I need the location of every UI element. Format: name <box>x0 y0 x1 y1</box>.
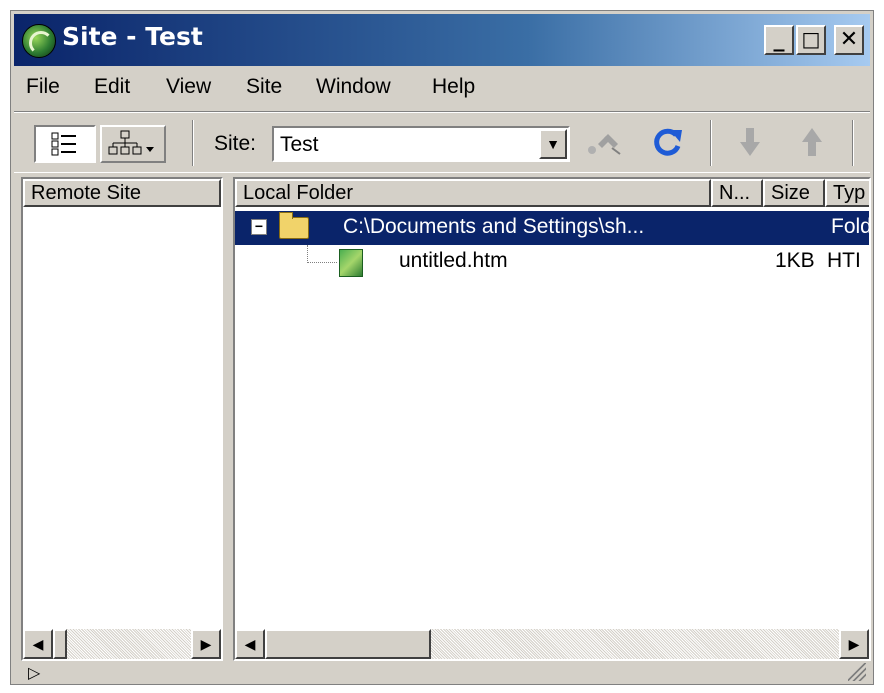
remote-site-pane[interactable]: Remote Site ◀ ▶ <box>21 177 223 661</box>
local-horizontal-scrollbar[interactable]: ◀ ▶ <box>235 629 869 659</box>
toolbar-separator-3 <box>852 120 854 166</box>
scroll-thumb[interactable] <box>265 629 431 659</box>
list-item[interactable]: − C:\Documents and Settings\sh... Fold <box>235 211 869 245</box>
item-type: HTI <box>827 249 861 272</box>
dropdown-arrow-icon[interactable]: ▼ <box>539 129 567 159</box>
menu-file[interactable]: File <box>26 75 60 99</box>
site-select-value: Test <box>280 133 319 156</box>
collapse-toggle[interactable]: − <box>251 219 267 235</box>
item-name: C:\Documents and Settings\sh... <box>343 215 645 238</box>
menu-site[interactable]: Site <box>246 75 282 99</box>
down-arrow-icon[interactable] <box>738 126 762 158</box>
up-arrow-icon[interactable] <box>800 126 824 158</box>
local-folder-pane[interactable]: Local Folder N... Size Typ − C:\Document… <box>233 177 871 661</box>
site-select[interactable]: Test ▼ <box>272 126 570 162</box>
dreamweaver-app-icon[interactable] <box>22 24 56 58</box>
expand-arrow-icon[interactable]: ▷ <box>28 663 40 683</box>
list-item[interactable]: untitled.htm 1KB HTI <box>235 245 869 279</box>
site-window: Site - Test _ □ ✕ File Edit View Site Wi… <box>10 10 874 685</box>
site-files-view-button[interactable] <box>34 125 96 163</box>
menu-edit[interactable]: Edit <box>94 75 130 99</box>
html-file-icon <box>339 249 363 277</box>
folder-icon <box>279 212 309 239</box>
site-label: Site: <box>214 132 257 155</box>
title-bar[interactable]: Site - Test _ □ ✕ <box>14 14 870 66</box>
minimize-button[interactable]: _ <box>764 25 794 55</box>
close-button[interactable]: ✕ <box>834 25 864 55</box>
refresh-icon[interactable] <box>652 126 684 158</box>
scroll-left-button[interactable]: ◀ <box>235 629 265 659</box>
type-header[interactable]: Typ <box>825 179 869 207</box>
status-bar: ▷ <box>14 663 870 683</box>
remote-site-header[interactable]: Remote Site <box>23 179 221 207</box>
scroll-left-button[interactable]: ◀ <box>23 629 53 659</box>
menu-view[interactable]: View <box>166 75 211 99</box>
scroll-right-button[interactable]: ▶ <box>191 629 221 659</box>
item-size: 1KB <box>775 249 815 272</box>
remote-horizontal-scrollbar[interactable]: ◀ ▶ <box>23 629 221 659</box>
scroll-right-button[interactable]: ▶ <box>839 629 869 659</box>
toolbar: Site: Test ▼ <box>14 111 870 173</box>
site-map-view-icon <box>108 130 154 155</box>
local-folder-header[interactable]: Local Folder <box>235 179 711 207</box>
tree-connector <box>307 245 337 263</box>
site-map-view-button[interactable] <box>100 125 166 163</box>
window-title: Site - Test <box>62 22 203 51</box>
site-files-view-icon <box>51 132 76 156</box>
toolbar-separator-2 <box>710 120 712 166</box>
maximize-button[interactable]: □ <box>796 25 826 55</box>
menu-window[interactable]: Window <box>316 75 391 99</box>
menu-bar: File Edit View Site Window Help <box>14 69 870 105</box>
size-header[interactable]: Size <box>763 179 825 207</box>
resize-grip-icon[interactable] <box>848 663 866 681</box>
toolbar-separator <box>192 120 194 166</box>
item-name: untitled.htm <box>399 249 508 272</box>
scroll-thumb[interactable] <box>53 629 67 659</box>
item-type: Fold <box>831 215 871 238</box>
notes-header[interactable]: N... <box>711 179 763 207</box>
connect-icon[interactable] <box>584 128 624 158</box>
menu-help[interactable]: Help <box>432 75 475 99</box>
